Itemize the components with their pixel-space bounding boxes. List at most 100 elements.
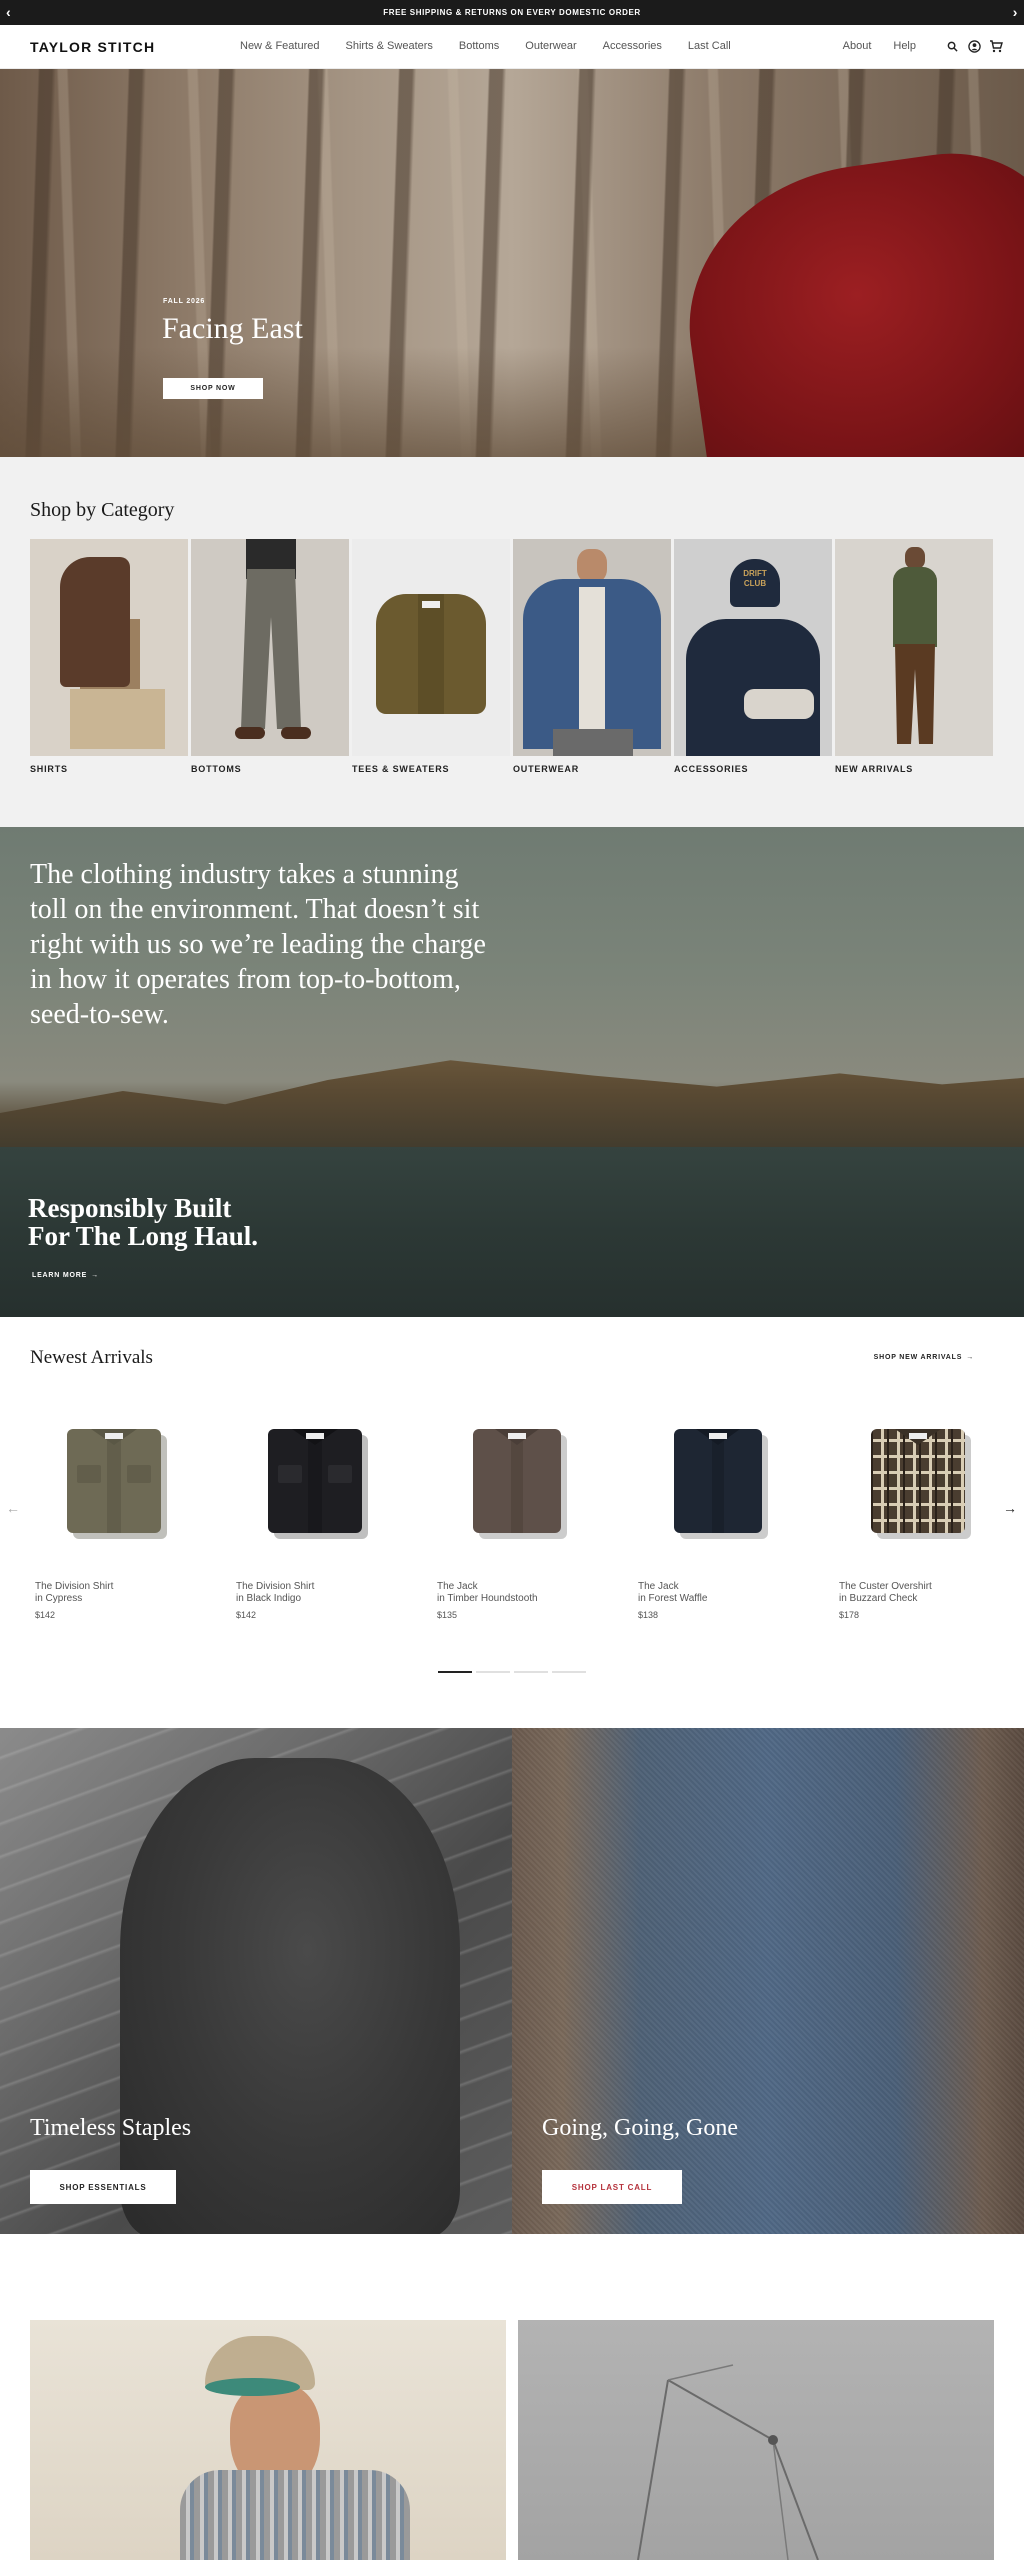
shop-by-category: Shop by Category SHIRTS BOTTOMS TEES & S… <box>0 457 1024 827</box>
product-card[interactable]: The Custer Overshirt in Buzzard Check $1… <box>839 1402 1024 1620</box>
hero-shop-now-button[interactable]: SHOP NOW <box>163 378 263 399</box>
category-image <box>513 539 671 756</box>
category-card-accessories[interactable]: DRIFT CLUB ACCESSORIES <box>674 539 832 774</box>
carousel-pagination <box>438 1671 586 1673</box>
category-label: OUTERWEAR <box>513 764 580 774</box>
feature-card-sculpture[interactable] <box>518 2320 994 2560</box>
section-title: Newest Arrivals <box>30 1347 153 1368</box>
site-header: TAYLOR STITCH New & Featured Shirts & Sw… <box>0 25 1024 69</box>
product-title: The Custer Overshirt <box>839 1581 932 1592</box>
hero-eyebrow: FALL 2026 <box>163 298 206 305</box>
category-image <box>191 539 349 756</box>
shop-new-arrivals-link[interactable]: SHOP NEW ARRIVALS → <box>874 1354 974 1361</box>
product-image <box>35 1402 195 1562</box>
pagination-dot[interactable] <box>476 1671 510 1673</box>
nav-new-featured[interactable]: New & Featured <box>240 40 319 52</box>
product-price: $178 <box>839 1610 860 1620</box>
landscape-hills <box>0 1060 1024 1157</box>
hero-banner[interactable]: FALL 2026 Facing East SHOP NOW <box>0 69 1024 457</box>
hero-title: Facing East <box>162 312 303 345</box>
promo-last-call[interactable]: Going, Going, Gone SHOP LAST CALL <box>512 1728 1024 2234</box>
category-label: SHIRTS <box>30 764 68 774</box>
logo[interactable]: TAYLOR STITCH <box>30 39 155 55</box>
product-variant: in Timber Houndstooth <box>437 1593 538 1604</box>
pagination-dot[interactable] <box>552 1671 586 1673</box>
chambray-texture <box>512 1728 1024 2234</box>
category-label: ACCESSORIES <box>674 764 749 774</box>
product-name: The Jack in Forest Waffle <box>638 1581 839 1605</box>
promo-title: Going, Going, Gone <box>542 2115 738 2141</box>
product-carousel: The Division Shirt in Cypress $142 The D… <box>35 1402 1024 1620</box>
account-icon[interactable] <box>966 38 982 54</box>
nav-help[interactable]: Help <box>893 40 916 52</box>
nav-bottoms[interactable]: Bottoms <box>459 40 499 52</box>
nav-about[interactable]: About <box>843 40 872 52</box>
feature-card-portrait[interactable] <box>30 2320 506 2560</box>
promo-model <box>120 1758 460 2234</box>
main-nav: New & Featured Shirts & Sweaters Bottoms… <box>240 40 757 52</box>
product-name: The Custer Overshirt in Buzzard Check <box>839 1581 1024 1605</box>
category-card-tees-sweaters[interactable]: TEES & SWEATERS <box>352 539 510 774</box>
nav-last-call[interactable]: Last Call <box>688 40 731 52</box>
category-label: TEES & SWEATERS <box>352 764 450 774</box>
shop-essentials-button[interactable]: SHOP ESSENTIALS <box>30 2170 176 2204</box>
product-price: $135 <box>437 1610 458 1620</box>
carousel-prev-icon[interactable]: ← <box>6 1500 20 1516</box>
promo-title: Timeless Staples <box>30 2115 192 2141</box>
cart-icon[interactable] <box>988 38 1004 54</box>
category-card-bottoms[interactable]: BOTTOMS <box>191 539 349 774</box>
product-title: The Jack <box>638 1581 679 1592</box>
category-image <box>835 539 993 756</box>
product-variant: in Forest Waffle <box>638 1593 708 1604</box>
category-card-shirts[interactable]: SHIRTS <box>30 539 188 774</box>
category-card-outerwear[interactable]: OUTERWEAR <box>513 539 671 774</box>
sustainability-quote: The clothing industry takes a stunning t… <box>30 859 486 1030</box>
arrow-right-icon: → <box>966 1354 974 1361</box>
product-title: The Division Shirt <box>236 1581 315 1592</box>
product-price: $142 <box>236 1610 257 1620</box>
learn-more-link[interactable]: LEARN MORE → <box>32 1272 99 1279</box>
shop-last-call-button[interactable]: SHOP LAST CALL <box>542 2170 682 2204</box>
chevron-right-icon[interactable]: › <box>1013 4 1018 20</box>
category-image <box>30 539 188 756</box>
category-grid: SHIRTS BOTTOMS TEES & SWEATERS OUTERWEAR… <box>30 539 993 774</box>
section-title: Shop by Category <box>30 499 175 521</box>
nav-accessories[interactable]: Accessories <box>603 40 662 52</box>
product-variant: in Buzzard Check <box>839 1593 918 1604</box>
utility-nav: About Help <box>843 38 1004 54</box>
product-card[interactable]: The Division Shirt in Black Indigo $142 <box>236 1402 437 1620</box>
sustainability-heading: Responsibly Built For The Long Haul. <box>28 1194 258 1250</box>
promo-timeless-staples[interactable]: Timeless Staples SHOP ESSENTIALS <box>0 1728 512 2234</box>
category-image <box>352 539 510 756</box>
search-icon[interactable] <box>944 38 960 54</box>
product-name: The Division Shirt in Black Indigo <box>236 1581 437 1605</box>
product-card[interactable]: The Division Shirt in Cypress $142 <box>35 1402 236 1620</box>
learn-more-label: LEARN MORE <box>32 1272 88 1279</box>
product-name: The Division Shirt in Cypress <box>35 1581 236 1605</box>
heading-line: Responsibly Built <box>28 1193 232 1223</box>
product-title: The Division Shirt <box>35 1581 114 1592</box>
product-variant: in Black Indigo <box>236 1593 302 1604</box>
nav-outerwear[interactable]: Outerwear <box>525 40 576 52</box>
feature-cards <box>0 2234 1024 2560</box>
category-card-new-arrivals[interactable]: NEW ARRIVALS <box>835 539 993 774</box>
pagination-dot[interactable] <box>514 1671 548 1673</box>
announcement-bar: ‹ FREE SHIPPING & RETURNS ON EVERY DOMES… <box>0 0 1024 25</box>
sustainability-section: The clothing industry takes a stunning t… <box>0 827 1024 1317</box>
heading-line: For The Long Haul. <box>28 1221 259 1251</box>
category-label: BOTTOMS <box>191 764 242 774</box>
pagination-dot[interactable] <box>438 1671 472 1673</box>
product-price: $142 <box>35 1610 56 1620</box>
product-variant: in Cypress <box>35 1593 83 1604</box>
wire-sculpture-illustration <box>637 2364 819 2560</box>
nav-shirts-sweaters[interactable]: Shirts & Sweaters <box>345 40 432 52</box>
announcement-text: FREE SHIPPING & RETURNS ON EVERY DOMESTI… <box>383 8 641 17</box>
striped-shirt-shape <box>180 2470 410 2560</box>
chevron-left-icon[interactable]: ‹ <box>6 4 11 20</box>
newest-arrivals: Newest Arrivals SHOP NEW ARRIVALS → ← → … <box>0 1317 1024 1728</box>
shop-new-arrivals-label: SHOP NEW ARRIVALS <box>873 1354 963 1361</box>
product-card[interactable]: The Jack in Forest Waffle $138 <box>638 1402 839 1620</box>
category-image: DRIFT CLUB <box>674 539 832 756</box>
product-card[interactable]: The Jack in Timber Houndstooth $135 <box>437 1402 638 1620</box>
product-image <box>839 1402 999 1562</box>
